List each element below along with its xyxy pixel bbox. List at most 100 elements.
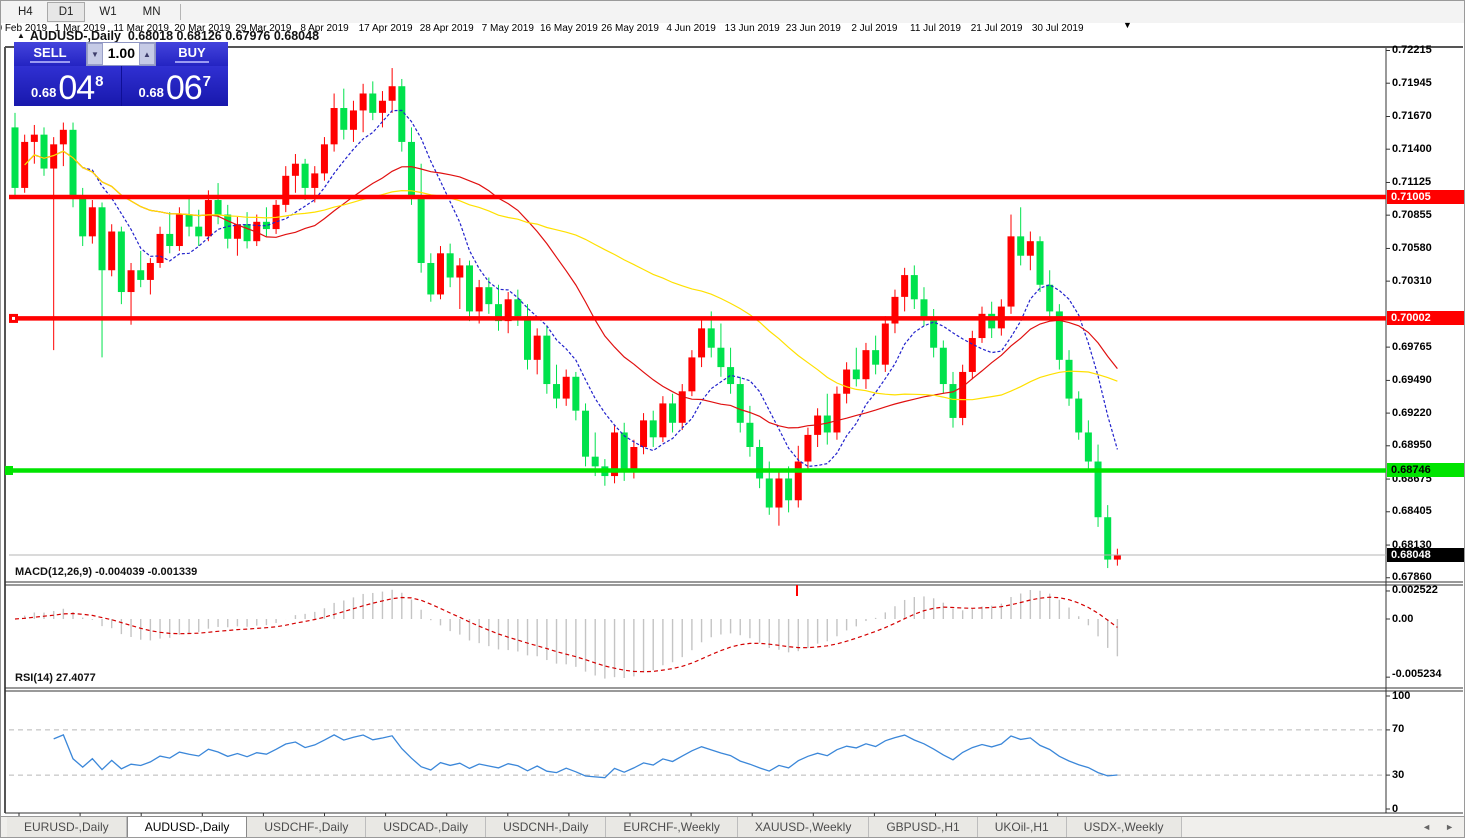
candle (901, 275, 908, 297)
macd-spike-mark (796, 585, 798, 596)
candle (292, 164, 299, 176)
macd-header: MACD(12,26,9) -0.004039 -0.001339 (15, 566, 197, 578)
chart-tab-audusd[interactable]: AUDUSD-,Daily (127, 816, 248, 837)
buy-button[interactable]: BUY (156, 42, 228, 66)
current-price-badge: 0.68048 (1387, 548, 1464, 562)
date-tick-label: 30 Jul 2019 (1032, 23, 1084, 34)
candle (1027, 241, 1034, 256)
candle (331, 108, 338, 144)
chart-tab-gbpusd[interactable]: GBPUSD-,H1 (869, 817, 977, 837)
candle (302, 164, 309, 188)
date-tick-label: 1 Mar 2019 (55, 23, 106, 34)
candle (166, 234, 173, 246)
candle (447, 253, 454, 277)
chart-tab-bar: EURUSD-,DailyAUDUSD-,DailyUSDCHF-,DailyU… (1, 816, 1464, 837)
candle (911, 275, 918, 299)
rsi-line (54, 735, 1118, 778)
timeframe-button-mn[interactable]: MN (131, 2, 173, 22)
chart-tab-eurchf[interactable]: EURCHF-,Weekly (606, 817, 737, 837)
candle (795, 462, 802, 501)
candle (862, 350, 869, 379)
candle (543, 336, 550, 384)
volume-increase-icon[interactable]: ▲ (139, 43, 155, 65)
tab-scroll-right-icon[interactable]: ► (1445, 822, 1454, 832)
chart-tab-usdcnh[interactable]: USDCNH-,Daily (486, 817, 606, 837)
ma-line-45 (25, 151, 1118, 400)
candle (1104, 517, 1111, 559)
rsi-tick-label: 30 (1392, 769, 1404, 782)
candle (1075, 399, 1082, 433)
price-tick-label: 0.67860 (1392, 571, 1432, 584)
timeframe-button-h4[interactable]: H4 (6, 2, 45, 22)
terminal-window: H4D1W1MN ▲AUDUSD-,Daily 0.68018 0.68126 … (0, 0, 1465, 838)
candle (659, 403, 666, 437)
macd-tick-label: 0.00 (1392, 613, 1413, 626)
candle (775, 478, 782, 507)
candle (379, 101, 386, 113)
chart-shift-icon[interactable]: ▼ (1123, 20, 1132, 30)
candle (959, 372, 966, 418)
candle (717, 348, 724, 367)
sell-price[interactable]: 0.68048 (14, 66, 122, 106)
volume-stepper: ▼ 1.00 ▲ (86, 42, 156, 66)
chart-area[interactable]: ▲AUDUSD-,Daily 0.68018 0.68126 0.67976 0… (1, 23, 1465, 819)
level-price-badge: 0.71005 (1387, 190, 1464, 204)
buy-price[interactable]: 0.68067 (122, 66, 229, 106)
price-tick-label: 0.69490 (1392, 374, 1432, 387)
toolbar-separator (180, 4, 181, 20)
candle (582, 411, 589, 457)
candle (698, 328, 705, 357)
price-tick-label: 0.69220 (1392, 407, 1432, 420)
candle (572, 377, 579, 411)
tab-scroll-left-icon[interactable]: ◄ (1422, 822, 1431, 832)
date-tick-label: 20 Mar 2019 (174, 23, 230, 34)
sell-button[interactable]: SELL (14, 42, 86, 66)
chart-tab-eurusd[interactable]: EURUSD-,Daily (7, 817, 127, 837)
candle (427, 263, 434, 294)
chart-tab-xauusd[interactable]: XAUUSD-,Weekly (738, 817, 869, 837)
tab-scroll-arrows: ◄ ► (1422, 817, 1464, 837)
candle (853, 370, 860, 380)
rsi-tick-label: 70 (1392, 723, 1404, 736)
date-tick-label: 8 Apr 2019 (300, 23, 348, 34)
date-tick-label: 28 Apr 2019 (420, 23, 474, 34)
chart-tab-usdx[interactable]: USDX-,Weekly (1067, 817, 1182, 837)
timeframe-button-w1[interactable]: W1 (87, 2, 128, 22)
price-tick-label: 0.72215 (1392, 44, 1432, 57)
candle (785, 478, 792, 500)
timeframe-toolbar: H4D1W1MN (1, 1, 1464, 24)
candle (205, 200, 212, 236)
level-price-badge: 0.68746 (1387, 463, 1464, 477)
timeframe-button-d1[interactable]: D1 (47, 2, 86, 22)
candle (108, 232, 115, 271)
candle (1008, 236, 1015, 306)
candle (514, 299, 521, 316)
price-tick-label: 0.68950 (1392, 439, 1432, 452)
candle (640, 420, 647, 447)
macd-tick-label: -0.005234 (1392, 668, 1442, 681)
candle (244, 224, 251, 241)
sell-price-pips: 04 (58, 72, 94, 104)
chart-tab-ukoil[interactable]: UKOil-,H1 (978, 817, 1067, 837)
date-tick-label: 21 Jul 2019 (971, 23, 1023, 34)
candle (60, 130, 67, 145)
chart-tab-usdchf[interactable]: USDCHF-,Daily (247, 817, 366, 837)
candle (756, 447, 763, 478)
level-endpoint-dot (12, 317, 15, 320)
candle (456, 265, 463, 277)
volume-input[interactable]: 1.00 (103, 43, 139, 65)
chart-canvas[interactable] (1, 23, 1465, 819)
price-tick-label: 0.71670 (1392, 110, 1432, 123)
date-tick-label: 11 Jul 2019 (910, 23, 961, 34)
chart-tab-usdcad[interactable]: USDCAD-,Daily (366, 817, 486, 837)
candle (31, 135, 38, 142)
candle (21, 142, 28, 188)
candle (70, 130, 77, 198)
candle (485, 287, 492, 304)
candle (137, 270, 144, 280)
date-tick-label: 20 Feb 2019 (0, 23, 47, 34)
volume-decrease-icon[interactable]: ▼ (87, 43, 103, 65)
level-endpoint-marker (5, 466, 13, 475)
price-tick-label: 0.68405 (1392, 505, 1432, 518)
candle (1017, 236, 1024, 255)
